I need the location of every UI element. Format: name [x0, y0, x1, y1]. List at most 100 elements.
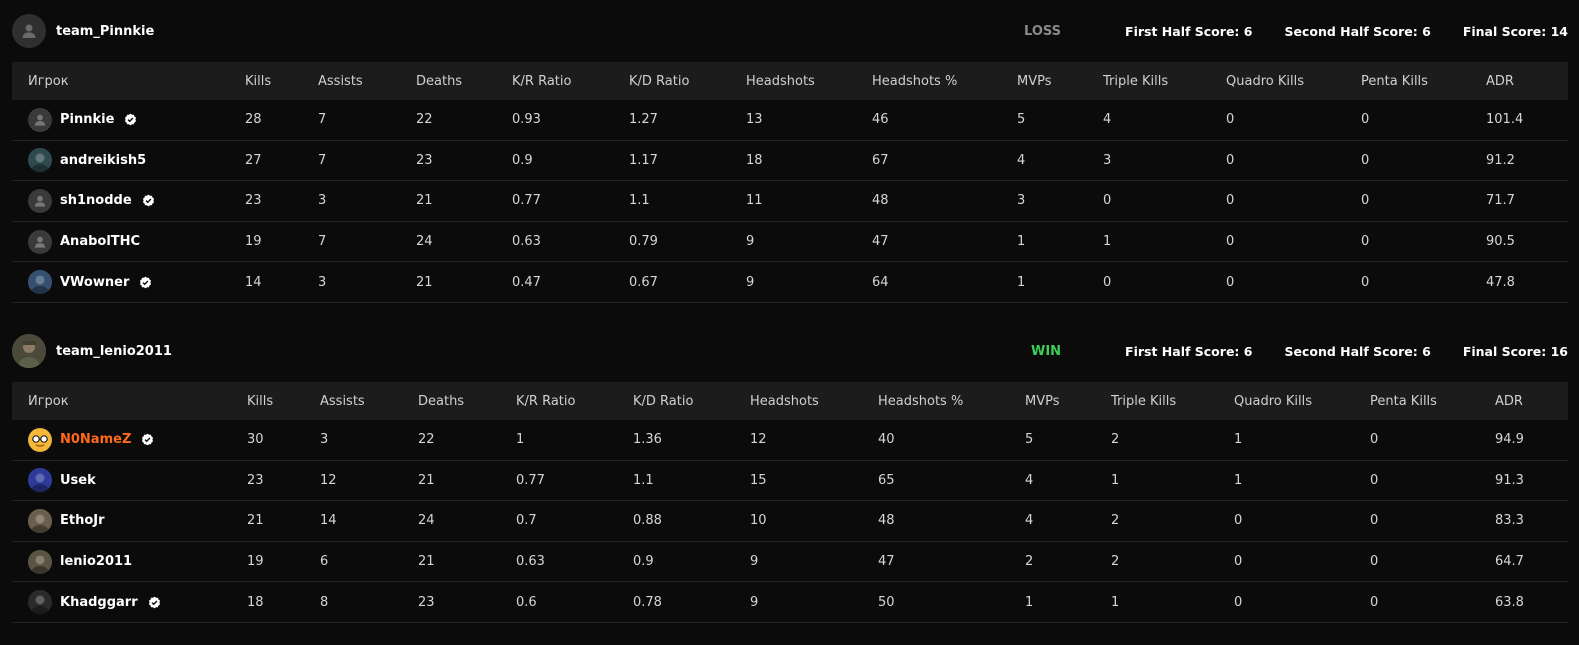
- stat-headshots: 9: [750, 554, 759, 570]
- stat-headshots: 13: [746, 112, 763, 128]
- column-header-kr-ratio[interactable]: K/R Ratio: [516, 382, 575, 420]
- player-cell[interactable]: lenio2011: [28, 542, 132, 582]
- player-cell[interactable]: andreikish5: [28, 141, 146, 181]
- player-avatar[interactable]: [28, 508, 52, 533]
- stat-mvps: 1: [1025, 594, 1034, 610]
- player-avatar[interactable]: [28, 427, 52, 452]
- column-header-adr[interactable]: ADR: [1486, 62, 1514, 100]
- table-row[interactable]: VWowner 14 3 21 0.47 0.67 9 64 1 0 0 0 47.8: [12, 262, 1568, 303]
- column-header-deaths[interactable]: Deaths: [416, 62, 462, 100]
- column-header-kr-ratio[interactable]: K/R Ratio: [512, 62, 571, 100]
- team-name[interactable]: team_Pinnkie: [56, 24, 154, 39]
- player-name[interactable]: Usek: [60, 473, 96, 488]
- player-avatar[interactable]: [28, 468, 52, 493]
- stat-headshots: 15: [750, 472, 767, 488]
- player-name[interactable]: lenio2011: [60, 554, 132, 569]
- table-row[interactable]: EthoJr 21 14 24 0.7 0.88 10 48 4 2 0 0 83.3: [12, 501, 1568, 542]
- player-cell[interactable]: Pinnkie: [28, 100, 137, 140]
- stat-quadro-kills: 0: [1226, 193, 1235, 209]
- stat-quadro-kills: 0: [1234, 513, 1243, 529]
- stat-adr: 47.8: [1486, 274, 1515, 290]
- player-name[interactable]: VWowner: [60, 275, 129, 290]
- final-score: Final Score: 14: [1462, 23, 1568, 39]
- player-name[interactable]: N0NameZ: [60, 432, 131, 447]
- column-header-assists[interactable]: Assists: [318, 62, 363, 100]
- player-cell[interactable]: EthoJr: [28, 501, 105, 541]
- stat-penta-kills: 0: [1361, 274, 1370, 290]
- stat-kills: 23: [245, 193, 262, 209]
- column-header-kills[interactable]: Kills: [245, 62, 271, 100]
- stat-mvps: 4: [1025, 513, 1034, 529]
- player-name[interactable]: Pinnkie: [60, 112, 114, 127]
- column-header-headshots-pct[interactable]: Headshots %: [878, 382, 963, 420]
- match-result: WIN: [1030, 343, 1062, 359]
- player-avatar[interactable]: [28, 590, 52, 615]
- table-row[interactable]: Pinnkie 28 7 22 0.93 1.27 13 46 5 4 0 0 101.4: [12, 100, 1568, 141]
- player-cell[interactable]: Khadggarr: [28, 582, 161, 622]
- table-row[interactable]: Khadggarr 18 8 23 0.6 0.78 9 50 1 1 0 0 63.8: [12, 582, 1568, 623]
- column-header-headshots[interactable]: Headshots: [750, 382, 819, 420]
- player-cell[interactable]: VWowner: [28, 262, 152, 302]
- stat-mvps: 4: [1017, 152, 1026, 168]
- player-name[interactable]: andreikish5: [60, 153, 146, 168]
- table-row[interactable]: lenio2011 19 6 21 0.63 0.9 9 47 2 2 0 0 64.7: [12, 542, 1568, 583]
- stat-adr: 94.9: [1495, 432, 1524, 448]
- table-row[interactable]: AnabolTHC 19 7 24 0.63 0.79 9 47 1 1 0 0 90.5: [12, 222, 1568, 263]
- column-header-quadro-kills[interactable]: Quadro Kills: [1234, 382, 1312, 420]
- column-header-triple-kills[interactable]: Triple Kills: [1111, 382, 1176, 420]
- stat-headshots-pct: 40: [878, 432, 895, 448]
- stat-kr-ratio: 1: [516, 432, 525, 448]
- column-header-penta-kills[interactable]: Penta Kills: [1370, 382, 1437, 420]
- player-name[interactable]: Khadggarr: [60, 595, 138, 610]
- player-avatar[interactable]: [28, 148, 52, 173]
- table-row[interactable]: Usek 23 12 21 0.77 1.1 15 65 4 1 1 0 91.3: [12, 461, 1568, 502]
- column-header-player[interactable]: Игрок: [28, 62, 69, 100]
- column-header-assists[interactable]: Assists: [320, 382, 365, 420]
- column-header-deaths[interactable]: Deaths: [418, 382, 464, 420]
- team-name[interactable]: team_lenio2011: [56, 344, 172, 359]
- stat-headshots: 9: [746, 274, 755, 290]
- column-header-adr[interactable]: ADR: [1495, 382, 1523, 420]
- verified-check-icon: [139, 276, 152, 289]
- stat-adr: 71.7: [1486, 193, 1515, 209]
- column-header-mvps[interactable]: MVPs: [1017, 62, 1052, 100]
- table-row[interactable]: N0NameZ 30 3 22 1 1.36 12 40 5 2 1 0 94.9: [12, 420, 1568, 461]
- stat-headshots: 12: [750, 432, 767, 448]
- column-header-quadro-kills[interactable]: Quadro Kills: [1226, 62, 1304, 100]
- stat-triple-kills: 0: [1103, 193, 1112, 209]
- player-avatar[interactable]: [28, 549, 52, 574]
- player-cell[interactable]: N0NameZ: [28, 420, 154, 460]
- player-avatar[interactable]: [28, 229, 52, 254]
- stat-mvps: 3: [1017, 193, 1026, 209]
- team-avatar[interactable]: [12, 334, 46, 368]
- player-cell[interactable]: Usek: [28, 461, 96, 501]
- player-name[interactable]: EthoJr: [60, 513, 105, 528]
- table-row[interactable]: andreikish5 27 7 23 0.9 1.17 18 67 4 3 0 0 91.2: [12, 141, 1568, 182]
- stat-kills: 23: [247, 472, 264, 488]
- column-header-kills[interactable]: Kills: [247, 382, 273, 420]
- stat-triple-kills: 0: [1103, 274, 1112, 290]
- stat-deaths: 21: [416, 274, 433, 290]
- player-avatar[interactable]: [28, 188, 52, 213]
- column-header-kd-ratio[interactable]: K/D Ratio: [629, 62, 689, 100]
- player-name[interactable]: AnabolTHC: [60, 234, 140, 249]
- final-score: Final Score: 16: [1462, 343, 1568, 359]
- stat-deaths: 23: [418, 594, 435, 610]
- stat-adr: 91.2: [1486, 152, 1515, 168]
- player-avatar[interactable]: [28, 107, 52, 132]
- player-avatar[interactable]: [28, 270, 52, 295]
- column-header-kd-ratio[interactable]: K/D Ratio: [633, 382, 693, 420]
- player-cell[interactable]: sh1nodde: [28, 181, 155, 221]
- player-name[interactable]: sh1nodde: [60, 193, 132, 208]
- stat-quadro-kills: 0: [1226, 152, 1235, 168]
- player-cell[interactable]: AnabolTHC: [28, 222, 140, 262]
- team-avatar[interactable]: [12, 14, 46, 48]
- column-header-mvps[interactable]: MVPs: [1025, 382, 1060, 420]
- column-header-triple-kills[interactable]: Triple Kills: [1103, 62, 1168, 100]
- column-header-headshots[interactable]: Headshots: [746, 62, 815, 100]
- stat-headshots-pct: 67: [872, 152, 889, 168]
- column-header-headshots-pct[interactable]: Headshots %: [872, 62, 957, 100]
- column-header-penta-kills[interactable]: Penta Kills: [1361, 62, 1428, 100]
- table-row[interactable]: sh1nodde 23 3 21 0.77 1.1 11 48 3 0 0 0 71.7: [12, 181, 1568, 222]
- column-header-player[interactable]: Игрок: [28, 382, 69, 420]
